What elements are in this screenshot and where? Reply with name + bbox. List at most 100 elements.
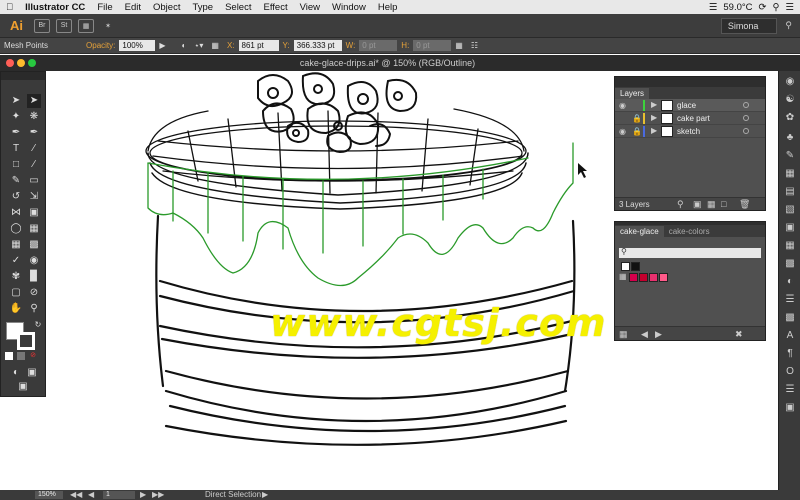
anchor-convert-icon[interactable]: ⋆▾ [190,41,207,50]
draw-normal-icon[interactable]: ◐ [9,366,23,380]
pathfinder-icon[interactable]: ▧ [783,203,797,217]
layer-row[interactable]: ◉ 🔒 ▶ sketch [615,125,765,138]
direct-selection-tool-icon[interactable]: ➤ [27,94,41,108]
menu-view[interactable]: View [294,2,326,13]
paintbrush-tool-icon[interactable]: ∕ [27,158,41,172]
none-mode-icon[interactable]: ⊘ [29,352,37,360]
more-options-icon[interactable]: ☷ [467,41,482,50]
swatch-white[interactable] [621,262,630,271]
opacity-arrow-icon[interactable]: ▶ [155,41,169,50]
column-graph-tool-icon[interactable]: ▉ [27,270,41,284]
h-input[interactable]: 0 pt [413,40,452,51]
menu-effect[interactable]: Effect [257,2,293,13]
magic-wand-tool-icon[interactable]: ✦ [9,110,23,124]
appearance-icon[interactable]: ✿ [783,111,797,125]
type-panel-icon[interactable]: A [783,329,797,343]
blend-tool-icon[interactable]: ◉ [27,254,41,268]
user-account-dropdown[interactable]: Simona [720,17,778,34]
slice-tool-icon[interactable]: ⊘ [27,286,41,300]
screen-mode-icon[interactable]: ▣ [16,380,30,394]
eraser-tool-icon[interactable]: ▭ [27,174,41,188]
shape-builder-tool-icon[interactable]: ◯ [9,222,23,236]
color-mode-icon[interactable] [5,352,13,360]
brushes-icon[interactable]: ✎ [783,149,797,163]
zoom-tool-icon[interactable]: ⚲ [27,302,41,316]
graphic-styles-icon[interactable]: ▦ [783,167,797,181]
list-icon[interactable]: ☰ [785,2,794,13]
artboards-icon[interactable]: ▦ [783,239,797,253]
opentype-panel-icon[interactable]: O [783,365,797,379]
links-icon[interactable]: ▩ [783,257,797,271]
current-tool-status[interactable]: Direct Selection [205,490,261,499]
clipping-mask-icon[interactable]: ▣ [693,199,702,210]
gradient-mode-icon[interactable] [17,352,25,360]
properties-icon[interactable]: ☯ [783,93,797,107]
layer-name[interactable]: cake part [677,114,710,123]
artboard-number-select[interactable]: 1 [103,491,135,499]
new-sublayer-icon[interactable]: ▦ [707,199,716,210]
expand-arrow-icon[interactable]: ▶ [651,126,657,135]
layer-target-icon[interactable] [743,115,749,121]
transparency-icon[interactable]: ◐ [783,275,797,289]
swatch-search-input[interactable]: ⚲ [619,247,761,258]
visibility-eye-icon[interactable]: ◉ [619,127,626,136]
transform-panel-icon[interactable]: ▣ [783,221,797,235]
symbols-icon[interactable]: ♣ [783,131,797,145]
rotate-tool-icon[interactable]: ↺ [9,190,23,204]
pencil-tool-icon[interactable]: ✎ [9,174,23,188]
width-tool-icon[interactable]: ⋈ [9,206,23,220]
layers-panel-icon[interactable]: ☰ [783,383,797,397]
perspective-grid-tool-icon[interactable]: ▦ [27,222,41,236]
stock-button[interactable]: St [56,18,72,33]
layers-tab[interactable]: Layers [615,88,650,99]
transform-icon[interactable]: ▦ [451,41,467,50]
gradient-tool-icon[interactable]: ▩ [27,238,41,252]
stroke-panel-icon[interactable]: ☰ [783,293,797,307]
mesh-tool-icon[interactable]: ▦ [9,238,23,252]
lock-icon[interactable]: 🔒 [632,127,642,136]
lasso-tool-icon[interactable]: ❋ [27,110,41,124]
lock-icon[interactable]: 🔒 [632,114,642,123]
new-layer-icon[interactable]: □ [721,199,726,209]
rectangle-tool-icon[interactable]: □ [9,158,23,172]
menu-object[interactable]: Object [147,2,186,13]
search-icon[interactable]: ⚲ [773,2,780,13]
menu-file[interactable]: File [91,2,118,13]
swatch-pink-2[interactable] [639,273,648,282]
x-input[interactable]: 861 pt [238,40,279,51]
swatch-black[interactable] [631,262,640,271]
scale-tool-icon[interactable]: ⇲ [27,190,41,204]
expand-arrow-icon[interactable]: ▶ [651,100,657,109]
opacity-label[interactable]: Opacity: [82,41,119,50]
first-artboard-icon[interactable]: ◀◀ [70,490,82,499]
layer-name[interactable]: glace [677,101,696,110]
menu-edit[interactable]: Edit [119,2,147,13]
visibility-eye-icon[interactable]: ◉ [619,101,626,110]
align-panel-icon[interactable]: ▤ [783,185,797,199]
wifi-icon[interactable]: ☰ [709,2,718,13]
artboard-tool-icon[interactable]: ▢ [9,286,23,300]
w-input[interactable]: 0 pt [359,40,398,51]
line-tool-icon[interactable]: ⁄ [27,142,41,156]
recolor-icon[interactable]: ◐ [178,41,191,50]
locate-object-icon[interactable]: ⚲ [677,199,684,210]
expand-arrow-icon[interactable]: ▶ [651,113,657,122]
swatch-libraries-icon[interactable]: ▦ [619,329,628,340]
bridge-button[interactable]: Br [34,18,50,33]
selection-tool-icon[interactable]: ➤ [9,94,23,108]
draw-behind-icon[interactable]: ▣ [25,366,39,380]
arrange-documents-button[interactable]: ▦ [78,18,94,33]
eyedropper-tool-icon[interactable]: ✓ [9,254,23,268]
status-arrow-icon[interactable]: ▶ [262,490,268,499]
expand-panel-icon[interactable]: ✖ [735,329,743,340]
swap-fill-stroke-icon[interactable]: ↻ [31,318,45,332]
free-transform-tool-icon[interactable]: ▣ [27,206,41,220]
app-menu[interactable]: Illustrator CC [19,2,91,13]
menu-help[interactable]: Help [372,2,404,13]
tab-cake-colors[interactable]: cake-colors [664,226,715,237]
layer-row[interactable]: ◉ ▶ glace [615,99,765,112]
gradient-panel-icon[interactable]: ▩ [783,311,797,325]
layer-target-icon[interactable] [743,102,749,108]
symbol-sprayer-tool-icon[interactable]: ✾ [9,270,23,284]
next-artboard-icon[interactable]: ▶ [140,490,146,499]
